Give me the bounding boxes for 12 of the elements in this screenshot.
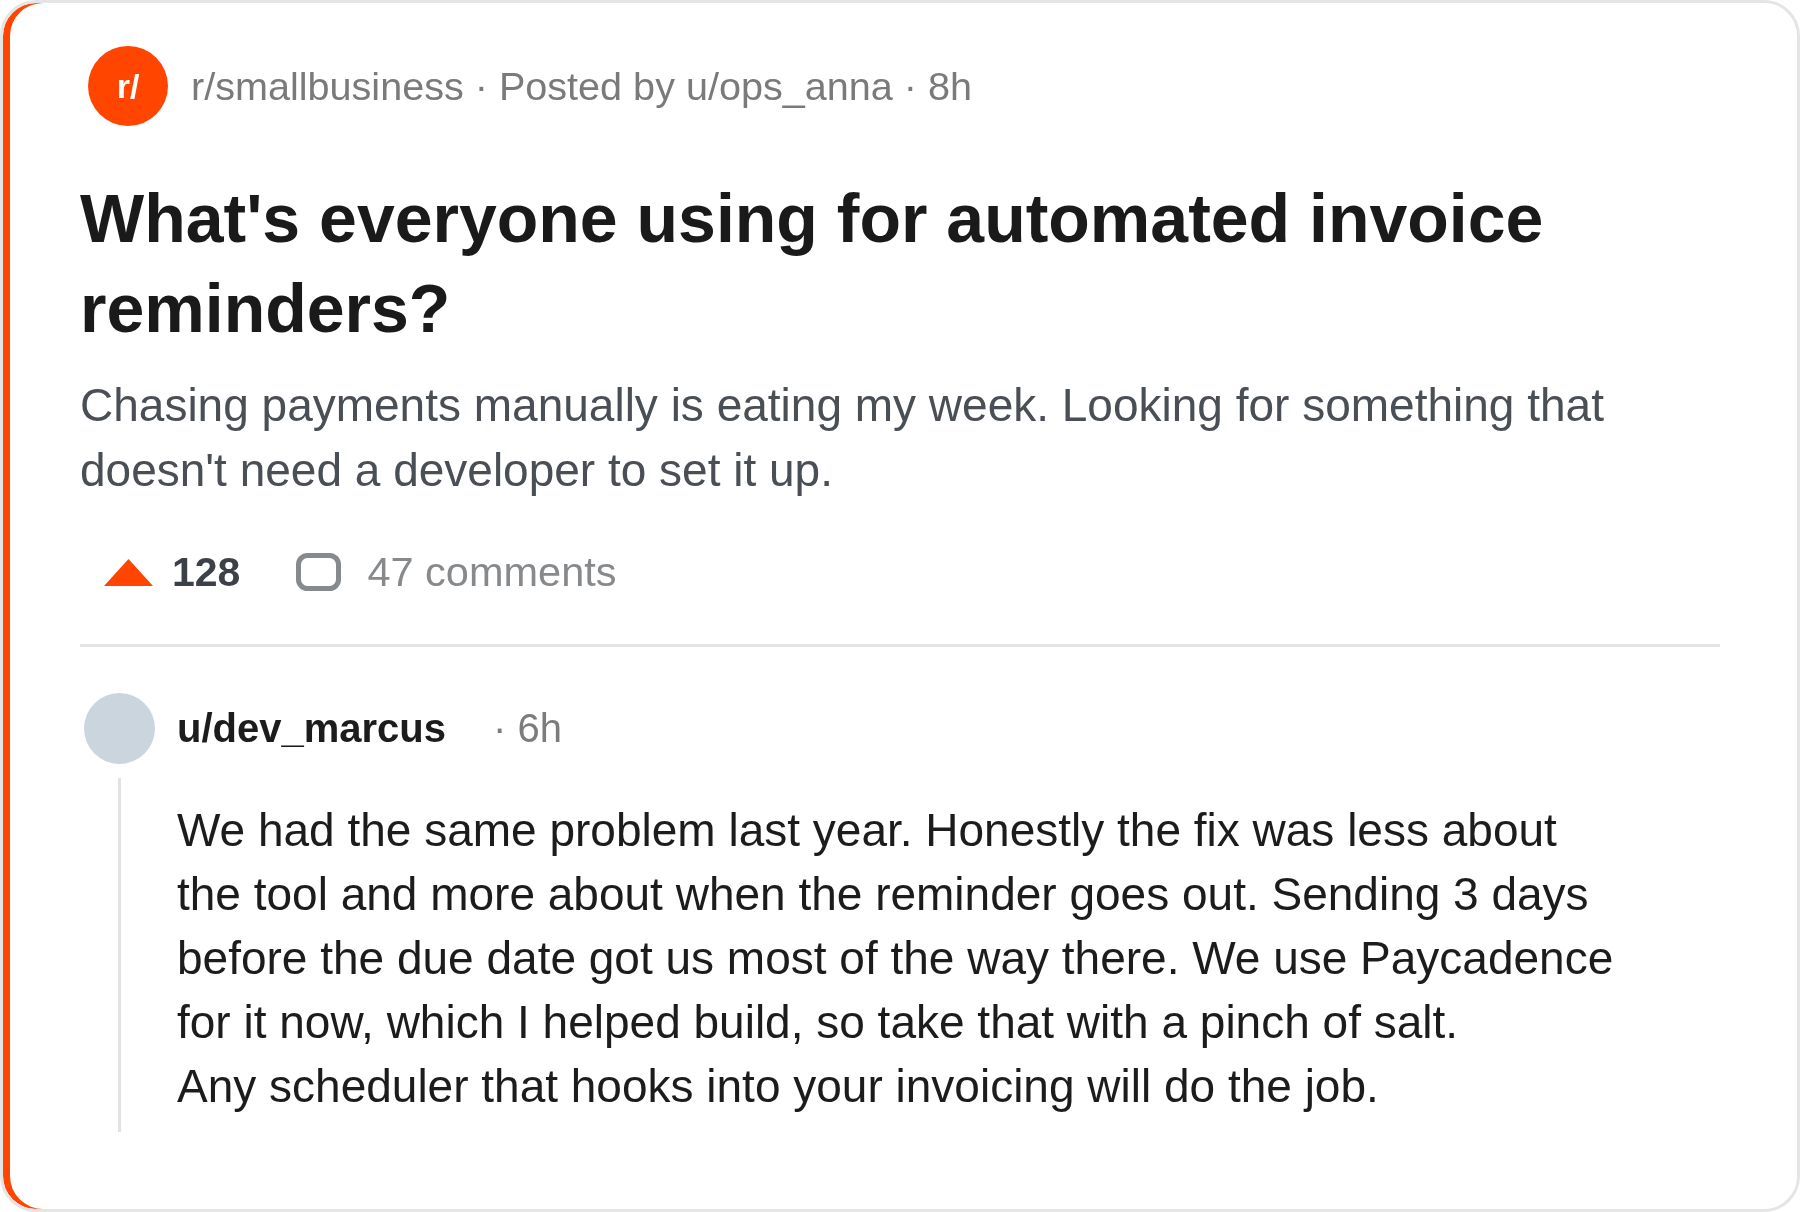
- upvote-icon[interactable]: [104, 558, 153, 586]
- comments-button[interactable]: 47 comments: [296, 548, 617, 596]
- post-meta: r/smallbusiness · Posted by u/ops_anna · 8h: [191, 63, 972, 109]
- comment-author[interactable]: u/dev_marcus: [177, 706, 447, 751]
- vote-count: 128: [172, 548, 241, 596]
- comment-text: We had the same problem last year. Honestly the fix was less about the tool and more about when the reminder goes out. Sending 3 days before the due date got us most of the way there. We use Paycadence for it now, which I helped build, so take that with a pinch of salt.: [177, 803, 1615, 1050]
- post-title: What's everyone using for automated invoice reminders?: [80, 179, 1545, 348]
- comment-icon: [296, 553, 342, 591]
- comment-time: · 6h: [493, 706, 562, 751]
- post-body: Chasing payments manually is eating my week. Looking for something that doesn't need a developer to set it up.: [80, 378, 1605, 498]
- subreddit-avatar[interactable]: r/: [88, 46, 168, 126]
- comment-text: Any scheduler that hooks into your invoicing will do the job.: [177, 1059, 1380, 1114]
